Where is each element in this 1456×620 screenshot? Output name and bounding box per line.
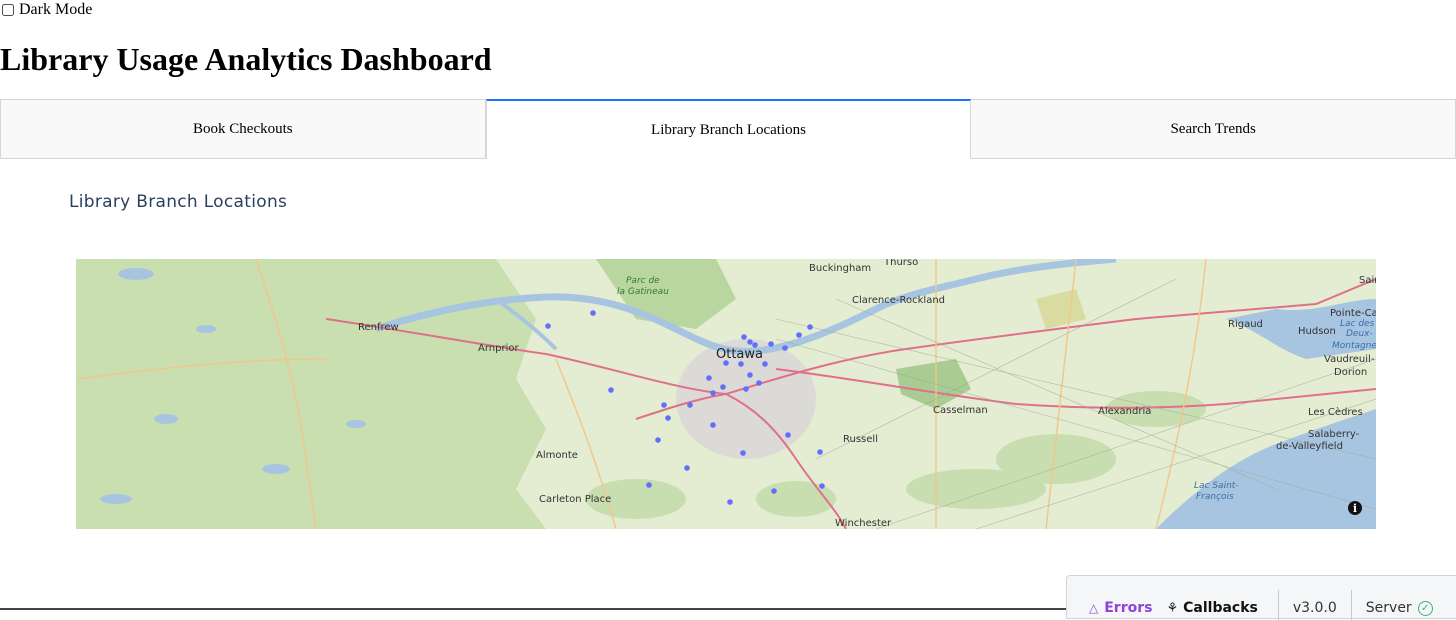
branch-marker[interactable] xyxy=(771,488,777,494)
place-label: Lac Saint- xyxy=(1194,481,1239,491)
branch-marker[interactable] xyxy=(752,342,758,348)
branch-marker[interactable] xyxy=(687,402,693,408)
dark-mode-toggle[interactable]: Dark Mode xyxy=(0,0,92,20)
page-bottom-divider xyxy=(0,608,1070,610)
place-label: Thurso xyxy=(883,259,918,268)
branch-marker[interactable] xyxy=(661,402,667,408)
branch-marker[interactable] xyxy=(741,334,747,340)
place-label: Les Cèdres xyxy=(1308,406,1363,418)
check-circle-icon: ✓ xyxy=(1417,600,1433,616)
branch-marker[interactable] xyxy=(727,499,733,505)
page-title: Library Usage Analytics Dashboard xyxy=(0,41,492,77)
place-label: Sain xyxy=(1359,275,1376,286)
devtools-callbacks-label: Callbacks xyxy=(1183,600,1258,616)
dark-mode-label: Dark Mode xyxy=(19,1,93,18)
devtools-separator xyxy=(1277,590,1279,620)
branch-marker[interactable] xyxy=(590,310,596,316)
place-label: Hudson xyxy=(1298,326,1336,337)
devtools-version: v3.0.0 xyxy=(1292,600,1337,616)
dash-devtools-bar: △ Errors ⚘ Callbacks v3.0.0 Server ✓ xyxy=(1066,575,1456,620)
place-label: Deux- xyxy=(1346,329,1373,339)
branch-marker[interactable] xyxy=(720,384,726,390)
branch-marker[interactable] xyxy=(710,422,716,428)
place-label: Russell xyxy=(843,434,878,445)
branch-marker[interactable] xyxy=(762,361,768,367)
place-label: Carleton Place xyxy=(539,494,611,505)
callbacks-graph-icon: ⚘ xyxy=(1166,600,1179,616)
forest-region-west xyxy=(76,259,546,529)
place-label: Clarence-Rockland xyxy=(852,295,945,306)
branch-marker[interactable] xyxy=(782,345,788,351)
place-label: François xyxy=(1196,492,1234,502)
branch-marker[interactable] xyxy=(710,390,716,396)
branch-marker[interactable] xyxy=(740,450,746,456)
place-label: Salaberry- xyxy=(1308,429,1360,440)
branch-marker[interactable] xyxy=(819,483,825,489)
tab-book-checkouts[interactable]: Book Checkouts xyxy=(0,99,486,159)
place-label: Renfrew xyxy=(358,322,399,333)
place-label: Winchester xyxy=(835,518,892,529)
place-label: Rigaud xyxy=(1228,319,1263,330)
place-label: Pointe-Ca xyxy=(1330,308,1376,319)
place-label: Lac des xyxy=(1340,319,1375,329)
place-label: Alexandria xyxy=(1098,406,1151,417)
devtools-errors-button[interactable]: △ Errors xyxy=(1089,576,1152,619)
place-label: Montagne xyxy=(1332,341,1376,351)
devtools-server-status[interactable]: Server ✓ xyxy=(1366,576,1433,619)
tab-search-trends[interactable]: Search Trends xyxy=(971,99,1456,159)
place-label: de-Valleyfield xyxy=(1276,441,1343,452)
branch-marker[interactable] xyxy=(747,372,753,378)
place-label: Casselman xyxy=(933,405,988,416)
map-canvas[interactable]: Buckingham Thurso Clarence-Rockland Parc… xyxy=(76,259,1376,529)
tab-library-branch-locations[interactable]: Library Branch Locations xyxy=(485,99,972,159)
branch-marker[interactable] xyxy=(545,323,551,329)
branch-marker[interactable] xyxy=(817,449,823,455)
place-label: la Gatineau xyxy=(617,287,669,297)
devtools-errors-label: Errors xyxy=(1104,600,1153,616)
branch-marker[interactable] xyxy=(807,324,813,330)
branch-marker[interactable] xyxy=(723,360,729,366)
tab-bar: Book Checkouts Library Branch Locations … xyxy=(0,99,1456,159)
place-label: Parc de xyxy=(626,276,660,286)
place-label: Arnprior xyxy=(478,343,519,354)
branch-marker[interactable] xyxy=(665,415,671,421)
branch-marker[interactable] xyxy=(785,432,791,438)
dark-mode-checkbox[interactable] xyxy=(2,4,14,16)
branch-marker[interactable] xyxy=(655,437,661,443)
devtools-callbacks-button[interactable]: ⚘ Callbacks xyxy=(1166,576,1257,619)
branch-marker[interactable] xyxy=(738,361,744,367)
branch-marker[interactable] xyxy=(646,482,652,488)
place-label: Ottawa xyxy=(716,347,763,362)
section-heading: Library Branch Locations xyxy=(69,192,288,212)
devtools-server-label: Server xyxy=(1365,600,1412,616)
branch-marker[interactable] xyxy=(756,380,762,386)
branch-marker[interactable] xyxy=(608,387,614,393)
branch-marker[interactable] xyxy=(796,332,802,338)
branch-marker[interactable] xyxy=(743,386,749,392)
place-label: Dorion xyxy=(1334,367,1367,378)
place-label: Vaudreuil- xyxy=(1324,354,1375,365)
info-icon[interactable]: i xyxy=(1348,501,1362,515)
place-label: Buckingham xyxy=(809,263,871,274)
devtools-separator xyxy=(1350,590,1352,620)
branch-marker[interactable] xyxy=(684,465,690,471)
branch-locations-map[interactable]: Buckingham Thurso Clarence-Rockland Parc… xyxy=(76,259,1376,529)
branch-marker[interactable] xyxy=(706,375,712,381)
place-label: Almonte xyxy=(536,450,578,461)
warning-triangle-icon: △ xyxy=(1089,601,1099,615)
branch-marker[interactable] xyxy=(747,339,753,345)
branch-marker[interactable] xyxy=(768,341,774,347)
